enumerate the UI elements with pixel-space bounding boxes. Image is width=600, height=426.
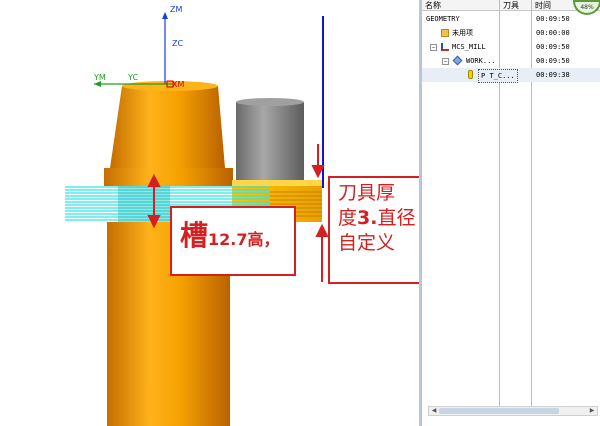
tree-row-mcs-mill[interactable]: − MCS_MILL 00:09:50 (422, 40, 600, 54)
collapse-icon[interactable]: − (430, 44, 437, 51)
tree-row-time: 00:09:50 (536, 57, 570, 65)
tree-row-label: GEOMETRY (426, 15, 460, 23)
scroll-left-icon[interactable]: ◀ (429, 407, 439, 415)
workpiece-icon (452, 55, 463, 66)
z-axis-arrow (162, 12, 168, 19)
scroll-thumb[interactable] (439, 408, 559, 414)
tree-row-unused[interactable]: 未用项 00:00:00 (422, 26, 600, 40)
part-cone-step (104, 168, 233, 186)
mcs-icon (441, 43, 449, 51)
tree-row-workpiece[interactable]: − WORK... 00:09:50 (422, 54, 600, 68)
scroll-right-icon[interactable]: ▶ (587, 407, 597, 415)
tool-callout-line2-prefix: 度 (338, 207, 358, 229)
tool-holder (236, 102, 304, 184)
slot-callout: 槽12.7高， (170, 206, 296, 276)
tree-row-label: WORK... (466, 57, 496, 65)
cutting-tool-edge (232, 180, 322, 186)
col-header-name[interactable]: 名称 (422, 0, 500, 11)
zm-axis-label: ZM (170, 5, 183, 14)
tool-callout-line1: 刀具厚 (338, 182, 396, 204)
folder-icon (441, 29, 449, 37)
tree-row-time: 00:00:00 (536, 29, 570, 37)
operation-navigator: 名称 刀具 时间 48% GEOMETRY 00:09:50 未用项 00:00… (419, 0, 600, 426)
tool-callout: 刀具厚 度3.直径 自定义 (328, 176, 419, 284)
tree-row-label: T_C... (489, 72, 515, 80)
ym-axis-label: YM (94, 73, 106, 82)
tree-row-operation[interactable]: P T_C... 00:09:38 (422, 68, 600, 83)
xm-axis-label: XM (172, 80, 185, 89)
zc-axis-label: ZC (172, 39, 184, 48)
slot-callout-char: 槽 (180, 219, 209, 252)
part-cone-top (122, 81, 218, 91)
part-cone (110, 86, 225, 168)
horizontal-scrollbar[interactable]: ◀ ▶ (428, 406, 598, 416)
tool-callout-line3: 自定义 (338, 232, 396, 254)
collapse-icon[interactable]: − (442, 58, 449, 65)
operation-type-icon: P (481, 72, 486, 80)
tool-holder-top (236, 98, 304, 106)
tree-row-time: 00:09:50 (536, 15, 570, 23)
slot-hatch-dark (118, 186, 170, 222)
col-header-tool[interactable]: 刀具 (500, 0, 532, 11)
tree-row-time: 00:09:38 (536, 71, 570, 79)
slot-callout-rest: 12.7高， (208, 230, 280, 249)
tree-row-label: MCS_MILL (452, 43, 486, 51)
yc-axis-label: YC (128, 73, 139, 82)
tool-callout-line2-suffix: 直径 (377, 207, 416, 229)
operation-status-icon (468, 70, 473, 79)
tree-row-label: 未用项 (452, 29, 473, 37)
tool-callout-line2-bold: 3. (357, 207, 378, 229)
tree-row-time: 00:09:50 (536, 43, 570, 51)
tree-row-geometry[interactable]: GEOMETRY 00:09:50 (422, 12, 600, 26)
graphics-viewport[interactable]: ZM ZC YM YC XM 槽12.7高， 刀具厚 度3.直径 自定义 (0, 0, 419, 426)
